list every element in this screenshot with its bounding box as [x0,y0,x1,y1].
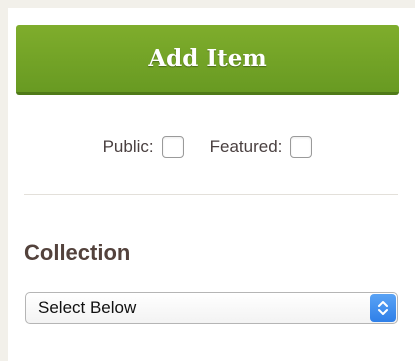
add-item-button[interactable]: Add Item [16,25,399,95]
collection-select[interactable]: Select Below [25,292,398,324]
featured-flag: Featured: [210,136,313,158]
featured-checkbox[interactable] [290,136,313,158]
collection-select-value: Select Below [38,298,137,317]
public-flag: Public: [103,136,184,158]
section-divider [24,194,398,195]
up-down-chevron-icon[interactable] [370,294,396,322]
collection-heading: Collection [24,240,131,265]
public-checkbox[interactable] [161,136,184,158]
public-label: Public: [102,137,154,156]
visibility-flags: Public: Featured: [0,134,415,160]
featured-label: Featured: [209,137,283,156]
